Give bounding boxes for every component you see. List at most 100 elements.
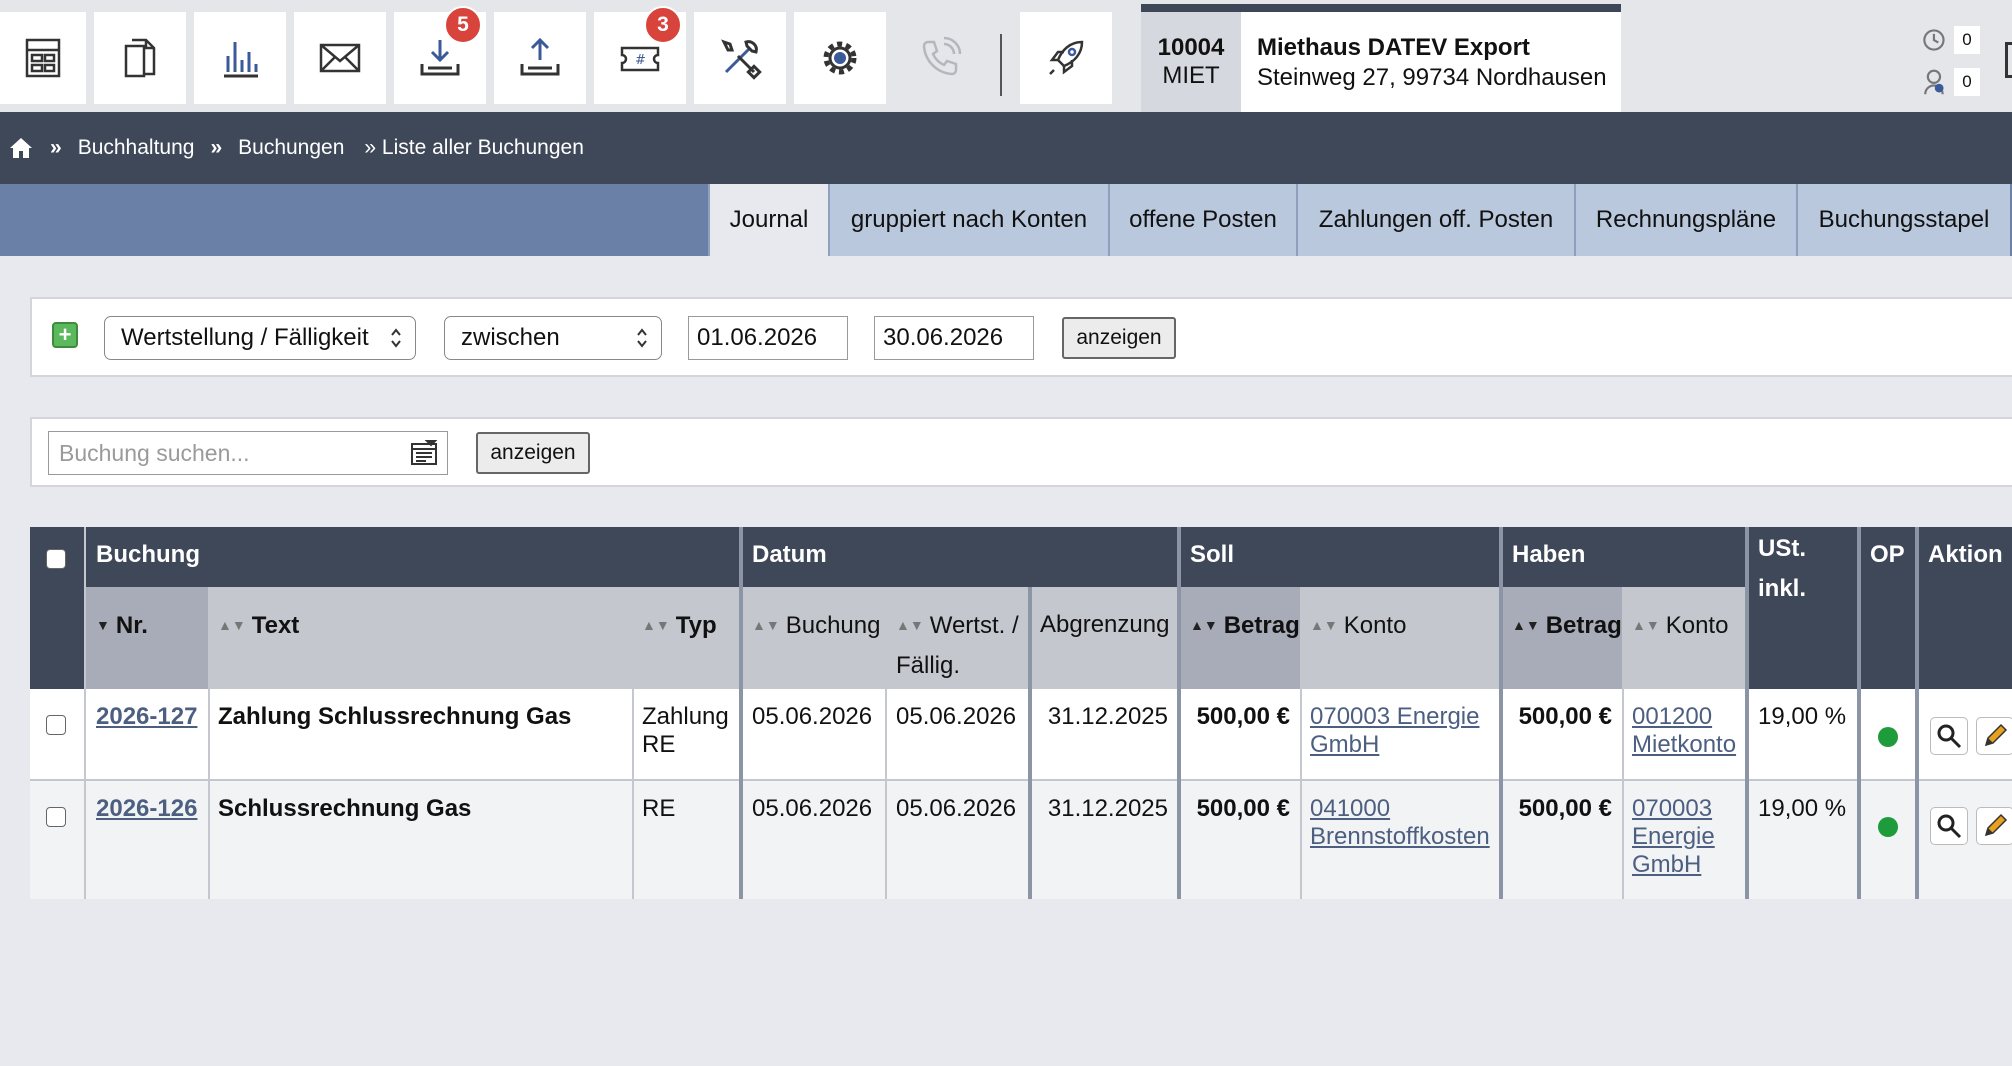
breadcrumb-buchungen[interactable]: Buchungen — [238, 136, 344, 160]
tab-rechnungsplaene[interactable]: Rechnungspläne — [1574, 184, 1796, 256]
pencil-icon — [1984, 813, 2008, 837]
column-header-text[interactable]: ▲▼ Text — [208, 587, 632, 689]
counter-user-clock-value: 0 — [1953, 68, 1980, 96]
booking-date: 05.06.2026 — [752, 703, 873, 730]
column-label-buchung: Buchung — [785, 612, 881, 639]
toolbar-separator — [1000, 34, 1002, 96]
dashboard-icon — [25, 38, 61, 78]
column-header-haben-konto[interactable]: ▲▼ Konto — [1622, 587, 1746, 689]
select-all-checkbox[interactable] — [46, 549, 66, 569]
row-checkbox[interactable] — [46, 715, 66, 735]
tab-gruppiert-nach-konten[interactable]: gruppiert nach Konten — [828, 184, 1108, 256]
tickets-button[interactable]: # 3 — [594, 6, 686, 104]
column-header-buchung[interactable]: ▲▼ Buchung — [742, 587, 886, 689]
breadcrumb-separator: » — [50, 136, 62, 159]
header-ust: USt. inkl. — [1748, 527, 1858, 689]
search-placeholder: Buchung suchen... — [59, 439, 250, 466]
credit-amount: 500,00 € — [1518, 703, 1612, 730]
bookings-table: Buchung Datum Soll Haben USt. inkl. OP A… — [30, 527, 2012, 899]
booking-number-link[interactable]: 2026-126 — [96, 795, 197, 822]
filter-date-to[interactable]: 30.06.2026 — [874, 316, 1034, 360]
home-icon[interactable] — [8, 135, 34, 161]
tab-offene-posten[interactable]: offene Posten — [1108, 184, 1296, 256]
column-header-typ[interactable]: ▲▼ Typ — [632, 587, 742, 689]
booking-search-input[interactable]: Buchung suchen... — [48, 431, 448, 475]
tools-icon — [721, 39, 762, 80]
column-divider — [1499, 527, 1503, 899]
column-divider — [1745, 527, 1749, 899]
export-button[interactable] — [494, 12, 586, 104]
booking-number-link[interactable]: 2026-127 — [96, 703, 197, 730]
breadcrumb-buchhaltung[interactable]: Buchhaltung — [78, 136, 195, 160]
filter-field-value: Wertstellung / Fälligkeit — [121, 324, 369, 351]
company-info[interactable]: 10004 MIET Miethaus DATEV Export Steinwe… — [1141, 4, 1621, 112]
filter-date-from[interactable]: 01.06.2026 — [688, 316, 848, 360]
column-divider — [1028, 587, 1032, 899]
company-number: 10004 — [1157, 34, 1225, 61]
header-op: OP — [1860, 527, 1916, 689]
documents-icon — [124, 38, 156, 78]
credit-account-link[interactable]: 001200 Mietkonto — [1632, 703, 1736, 758]
column-divider — [1857, 527, 1861, 899]
booking-type: RE — [642, 795, 676, 822]
counter-user-clock[interactable]: 0 — [1920, 66, 1980, 98]
import-button[interactable]: 5 — [394, 6, 486, 104]
phone-button[interactable] — [894, 12, 986, 104]
search-show-button[interactable]: anzeigen — [476, 432, 590, 474]
company-code: MIET — [1162, 62, 1220, 89]
credit-account-link[interactable]: 070003 Energie GmbH — [1632, 795, 1715, 878]
select-chevron-icon — [637, 328, 647, 348]
tab-zahlungen-off-posten[interactable]: Zahlungen off. Posten — [1296, 184, 1574, 256]
tools-button[interactable] — [694, 12, 786, 104]
column-header-soll-konto[interactable]: ▲▼ Konto — [1300, 587, 1500, 689]
column-label-haben-konto: Konto — [1665, 612, 1729, 639]
breadcrumb: » Buchhaltung » Buchungen » Liste aller … — [0, 112, 2012, 184]
filter-operator-value: zwischen — [461, 324, 560, 351]
view-button[interactable] — [1930, 807, 1968, 845]
select-all-header — [30, 527, 84, 689]
breadcrumb-separator: » — [210, 136, 223, 159]
debit-account-link[interactable]: 041000 Brennstoffkosten — [1310, 795, 1490, 850]
documents-button[interactable] — [94, 12, 186, 104]
debit-account-link[interactable]: 070003 Energie GmbH — [1310, 703, 1479, 758]
column-divider — [1300, 587, 1302, 899]
magnifier-icon — [1937, 814, 1962, 839]
tab-buchungsstapel[interactable]: Buchungsstapel — [1796, 184, 2010, 256]
panel-toggle[interactable] — [2005, 42, 2012, 78]
filter-panel: + Wertstellung / Fälligkeit zwischen 01.… — [30, 297, 2012, 377]
value-date: 05.06.2026 — [896, 795, 1017, 822]
settings-button[interactable] — [794, 12, 886, 104]
statistics-button[interactable] — [194, 12, 286, 104]
header-group-datum: Datum — [742, 527, 1178, 587]
magnifier-icon — [1937, 724, 1962, 749]
column-header-soll-betrag[interactable]: ▲▼ Betrag — [1180, 587, 1300, 689]
edit-button[interactable] — [1976, 807, 2012, 845]
filter-field-select[interactable]: Wertstellung / Fälligkeit — [104, 316, 416, 360]
search-options-icon[interactable] — [409, 438, 439, 468]
column-label-text: Text — [251, 612, 300, 639]
counter-clock[interactable]: 0 — [1920, 24, 1980, 56]
credit-amount: 500,00 € — [1518, 795, 1612, 822]
op-status-dot — [1878, 727, 1898, 747]
company-name: Miethaus DATEV Export — [1257, 34, 1530, 61]
view-button[interactable] — [1930, 717, 1968, 755]
column-header-wertst[interactable]: ▲▼ Wertst. / Fällig. — [886, 587, 1030, 689]
row-checkbox[interactable] — [46, 807, 66, 827]
mail-button[interactable] — [294, 12, 386, 104]
bar-chart-icon — [224, 42, 258, 78]
svg-text:#: # — [635, 53, 646, 68]
column-header-nr[interactable]: ▼ Nr. — [86, 587, 208, 689]
settings-gear-icon — [823, 41, 857, 75]
dashboard-button[interactable] — [0, 12, 86, 104]
company-address: Steinweg 27, 99734 Nordhausen — [1257, 64, 1607, 91]
edit-button[interactable] — [1976, 717, 2012, 755]
filter-operator-select[interactable]: zwischen — [444, 316, 662, 360]
upload-tray-icon — [520, 37, 560, 76]
accrual-date: 31.12.2025 — [1047, 703, 1168, 730]
rocket-button[interactable] — [1020, 12, 1112, 104]
import-badge: 5 — [444, 6, 482, 44]
tab-journal[interactable]: Journal — [708, 184, 828, 256]
column-header-haben-betrag[interactable]: ▲▼ Betrag — [1502, 587, 1622, 689]
add-filter-icon[interactable]: + — [52, 322, 78, 348]
filter-show-button[interactable]: anzeigen — [1062, 317, 1176, 359]
